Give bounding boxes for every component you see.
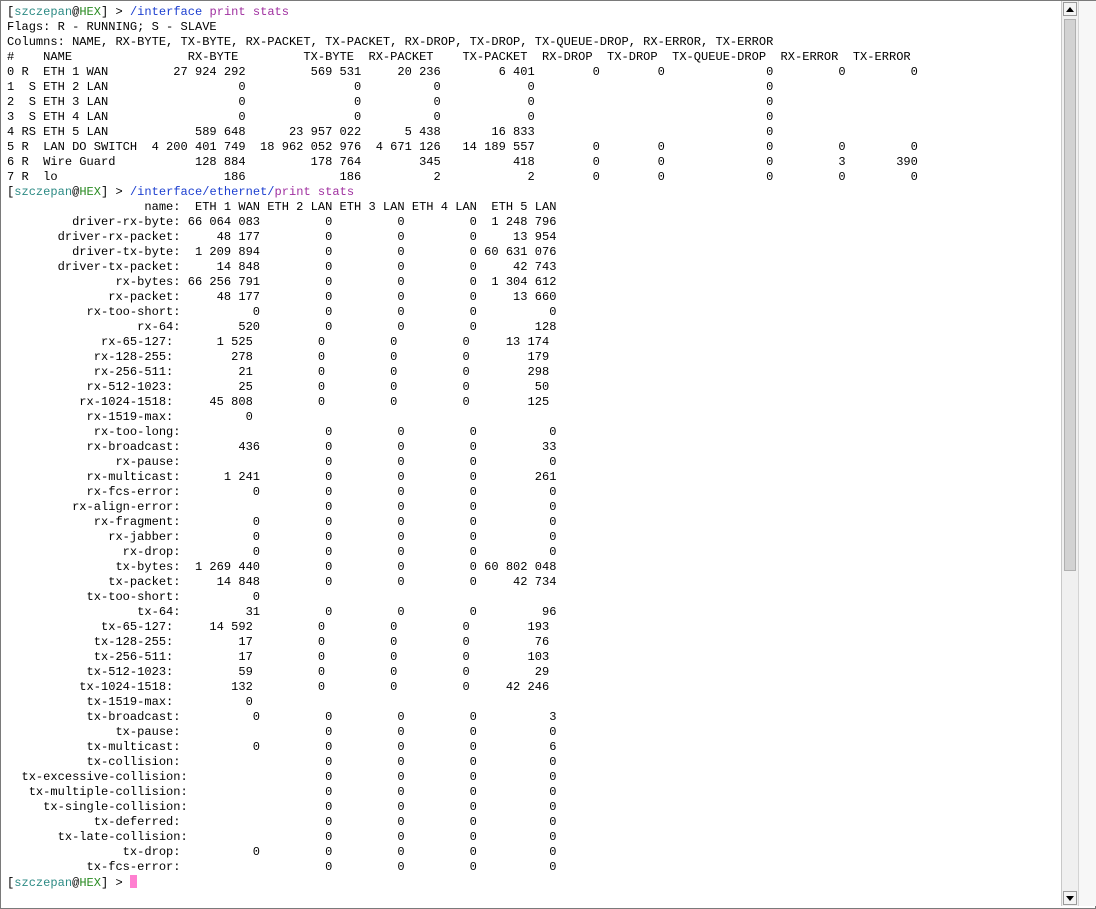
ethernet-stat-row: driver-rx-packet: 48 177 0 0 0 13 954 <box>7 230 557 244</box>
interface-row: 1 S ETH 2 LAN 0 0 0 0 0 <box>7 80 774 94</box>
ethernet-stat-row: tx-1519-max: 0 <box>7 695 253 709</box>
ethernet-stat-row: tx-256-511: 17 0 0 0 103 <box>7 650 550 664</box>
command-args: print stats <box>202 5 290 19</box>
ethernet-stat-row: tx-excessive-collision: 0 0 0 0 <box>7 770 557 784</box>
interface-row: 3 S ETH 4 LAN 0 0 0 0 0 <box>7 110 774 124</box>
interface-row: 4 RS ETH 5 LAN 589 648 23 957 022 5 438 … <box>7 125 774 139</box>
ethernet-stat-row: tx-multicast: 0 0 0 0 6 <box>7 740 557 754</box>
command-line-interface-print: [szczepan@HEX] > /interface print stats <box>7 5 290 19</box>
ethernet-stat-row: tx-broadcast: 0 0 0 0 3 <box>7 710 557 724</box>
ethernet-stat-row: tx-65-127: 14 592 0 0 0 193 <box>7 620 550 634</box>
ethernet-stat-row: rx-multicast: 1 241 0 0 0 261 <box>7 470 557 484</box>
prompt-user: szczepan <box>14 5 73 19</box>
ethernet-stat-row: tx-drop: 0 0 0 0 0 <box>7 845 557 859</box>
ethernet-stat-row: rx-1024-1518: 45 808 0 0 0 125 <box>7 395 550 409</box>
interface-row: 7 R lo 186 186 2 2 0 0 0 0 0 <box>7 170 918 184</box>
ethernet-stat-row: tx-single-collision: 0 0 0 0 <box>7 800 557 814</box>
interface-row: 2 S ETH 3 LAN 0 0 0 0 0 <box>7 95 774 109</box>
scrollbar-thumb[interactable] <box>1064 19 1076 571</box>
ethernet-stat-row: rx-128-255: 278 0 0 0 179 <box>7 350 550 364</box>
terminal-window: [szczepan@HEX] > /interface print stats F… <box>0 0 1096 909</box>
ethernet-stats-output: name: ETH 1 WAN ETH 2 LAN ETH 3 LAN ETH … <box>7 200 918 875</box>
ethernet-stat-row: tx-too-short: 0 <box>7 590 261 604</box>
prompt-user: szczepan <box>14 876 73 890</box>
command-prompt-current[interactable]: [szczepan@HEX] > <box>7 875 918 890</box>
ethernet-stat-row: tx-pause: 0 0 0 0 <box>7 725 557 739</box>
arrow-up-icon <box>1066 6 1074 12</box>
ethernet-stat-row: rx-jabber: 0 0 0 0 0 <box>7 530 557 544</box>
command-args: print stats <box>274 185 355 199</box>
ethernet-stat-row: rx-1519-max: 0 <box>7 410 253 424</box>
ethernet-stat-row: tx-1024-1518: 132 0 0 0 42 246 <box>7 680 550 694</box>
ethernet-stat-row: rx-512-1023: 25 0 0 0 50 <box>7 380 550 394</box>
ethernet-stat-row: rx-fcs-error: 0 0 0 0 0 <box>7 485 557 499</box>
command-path: /interface <box>129 5 203 19</box>
ethernet-stat-row: tx-late-collision: 0 0 0 0 <box>7 830 557 844</box>
ethernet-stat-row: rx-65-127: 1 525 0 0 0 13 174 <box>7 335 550 349</box>
ethernet-stat-row: tx-collision: 0 0 0 0 <box>7 755 557 769</box>
ethernet-stat-row: driver-tx-byte: 1 209 894 0 0 0 60 631 0… <box>7 245 557 259</box>
interface-stats-output: Flags: R - RUNNING; S - SLAVE Columns: NA… <box>7 20 918 185</box>
ethernet-stat-row: tx-bytes: 1 269 440 0 0 0 60 802 048 <box>7 560 557 574</box>
interface-row: 5 R LAN DO SWITCH 4 200 401 749 18 962 0… <box>7 140 918 154</box>
ethernet-stat-row: rx-packet: 48 177 0 0 0 13 660 <box>7 290 557 304</box>
interface-row: 0 R ETH 1 WAN 27 924 292 569 531 20 236 … <box>7 65 918 79</box>
ethernet-stat-row: rx-64: 520 0 0 0 128 <box>7 320 557 334</box>
ethernet-stat-row: tx-fcs-error: 0 0 0 0 <box>7 860 557 874</box>
ethernet-stat-row: rx-fragment: 0 0 0 0 0 <box>7 515 557 529</box>
terminal-text: [szczepan@HEX] > /interface print stats F… <box>7 5 918 890</box>
ethernet-stat-row: name: ETH 1 WAN ETH 2 LAN ETH 3 LAN ETH … <box>7 200 557 214</box>
prompt-host: HEX <box>79 185 102 199</box>
ethernet-stat-row: tx-multiple-collision: 0 0 0 0 <box>7 785 557 799</box>
ethernet-stat-row: rx-bytes: 66 256 791 0 0 0 1 304 612 <box>7 275 557 289</box>
terminal-output[interactable]: [szczepan@HEX] > /interface print stats F… <box>1 1 1061 906</box>
command-line-ethernet-print: [szczepan@HEX] > /interface/ethernet/pri… <box>7 185 355 199</box>
ethernet-stat-row: rx-align-error: 0 0 0 0 <box>7 500 557 514</box>
prompt-host: HEX <box>79 876 102 890</box>
ethernet-stat-row: rx-pause: 0 0 0 0 <box>7 455 557 469</box>
ethernet-stat-row: rx-drop: 0 0 0 0 0 <box>7 545 557 559</box>
window-edge <box>1078 1 1096 906</box>
interface-row: # NAME RX-BYTE TX-BYTE RX-PACKET TX-PACK… <box>7 50 911 64</box>
ethernet-stat-row: rx-broadcast: 436 0 0 0 33 <box>7 440 557 454</box>
interface-row: Flags: R - RUNNING; S - SLAVE <box>7 20 217 34</box>
arrow-down-icon <box>1066 895 1074 901</box>
command-path: /interface/ethernet/ <box>129 185 275 199</box>
prompt-host: HEX <box>79 5 102 19</box>
interface-row: Columns: NAME, RX-BYTE, TX-BYTE, RX-PACK… <box>7 35 774 49</box>
ethernet-stat-row: tx-512-1023: 59 0 0 0 29 <box>7 665 550 679</box>
ethernet-stat-row: rx-too-long: 0 0 0 0 <box>7 425 557 439</box>
ethernet-stat-row: tx-deferred: 0 0 0 0 <box>7 815 557 829</box>
ethernet-stat-row: tx-packet: 14 848 0 0 0 42 734 <box>7 575 557 589</box>
ethernet-stat-row: driver-tx-packet: 14 848 0 0 0 42 743 <box>7 260 557 274</box>
text-cursor <box>129 875 137 888</box>
ethernet-stat-row: rx-256-511: 21 0 0 0 298 <box>7 365 550 379</box>
ethernet-stat-row: tx-128-255: 17 0 0 0 76 <box>7 635 550 649</box>
interface-row: 6 R Wire Guard 128 884 178 764 345 418 0… <box>7 155 918 169</box>
ethernet-stat-row: tx-64: 31 0 0 0 96 <box>7 605 557 619</box>
prompt-user: szczepan <box>14 185 73 199</box>
scroll-down-button[interactable] <box>1063 891 1077 905</box>
scroll-up-button[interactable] <box>1063 2 1077 16</box>
ethernet-stat-row: driver-rx-byte: 66 064 083 0 0 0 1 248 7… <box>7 215 557 229</box>
vertical-scrollbar[interactable] <box>1061 1 1078 906</box>
ethernet-stat-row: rx-too-short: 0 0 0 0 0 <box>7 305 557 319</box>
